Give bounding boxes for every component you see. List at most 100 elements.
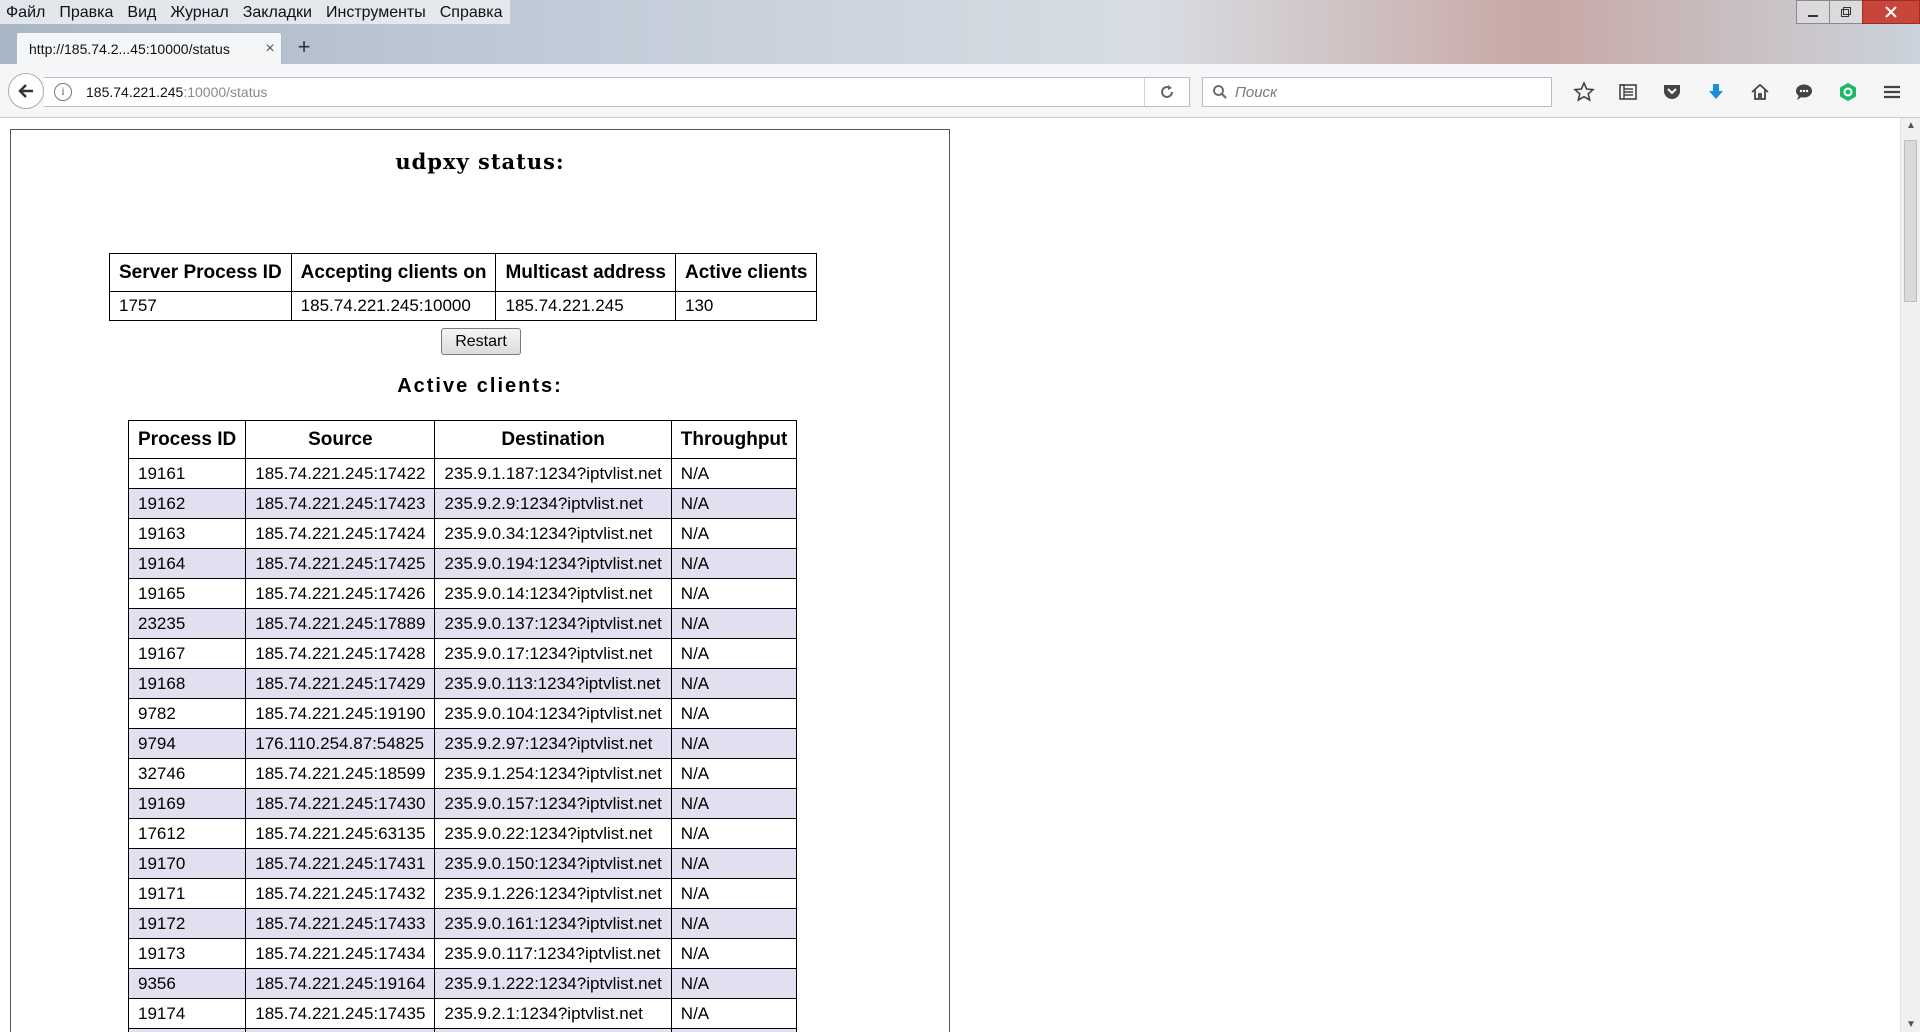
- menu-tools[interactable]: Инструменты: [319, 0, 433, 24]
- menu-bookmarks[interactable]: Закладки: [236, 0, 319, 24]
- table-row: 9794 176.110.254.87:54825 235.9.2.97:1234?…: [127, 728, 798, 759]
- tab-title: http://185.74.2...45:10000/status: [29, 40, 230, 57]
- table-row: 23235 185.74.221.245:17889 235.9.0.137:123…: [127, 608, 798, 639]
- client-throughput: N/A: [670, 608, 798, 639]
- client-process-id: 19168: [127, 668, 247, 699]
- status-panel: udpxy status: Server Process ID Acceptin…: [10, 129, 950, 1032]
- client-process-id: 32746: [127, 758, 247, 789]
- tab-status[interactable]: http://185.74.2...45:10000/status ×: [16, 32, 282, 64]
- client-source: 176.110.254.87:54825: [245, 728, 436, 759]
- scroll-up-arrow-icon[interactable]: ▲: [1901, 120, 1920, 131]
- clients-section-title: Active clients:: [397, 375, 563, 397]
- minimize-icon: [1808, 15, 1818, 17]
- reload-icon[interactable]: [1144, 78, 1189, 106]
- page-title: udpxy status:: [395, 149, 565, 174]
- menu-view[interactable]: Вид: [120, 0, 163, 24]
- client-process-id: 23235: [127, 608, 247, 639]
- restore-icon: [1841, 7, 1851, 17]
- menu-bar: Файл Правка Вид Журнал Закладки Инструме…: [0, 0, 510, 24]
- client-source: 185.74.221.245:17435: [245, 998, 436, 1029]
- column-header: Multicast address: [495, 253, 676, 292]
- bookmark-star-icon[interactable]: [1562, 77, 1606, 107]
- navigation-bar: i 185.74.221.245:10000/status: [0, 64, 1920, 118]
- client-process-id: 19167: [127, 638, 247, 669]
- client-throughput: N/A: [670, 818, 798, 849]
- client-throughput: N/A: [670, 698, 798, 729]
- menu-file[interactable]: Файл: [0, 0, 52, 24]
- client-throughput: [670, 1028, 798, 1032]
- hamburger-menu-icon[interactable]: [1870, 77, 1914, 107]
- table-row: 19161 185.74.221.245:17422 235.9.1.187:123…: [127, 458, 798, 489]
- client-throughput: N/A: [670, 878, 798, 909]
- table-row: 19174 185.74.221.245:17435 235.9.2.1:1234?…: [127, 998, 798, 1029]
- table-row: 19170 185.74.221.245:17431 235.9.0.150:123…: [127, 848, 798, 879]
- client-destination: 235.9.0.34:1234?iptvlist.net: [434, 518, 672, 549]
- client-destination: 235.9.0.194:1234?iptvlist.net: [434, 548, 672, 579]
- toolbar: [1562, 77, 1914, 107]
- client-destination: [434, 1028, 672, 1032]
- minimize-button[interactable]: [1796, 0, 1830, 24]
- table-row: 19162 185.74.221.245:17423 235.9.2.9:1234?…: [127, 488, 798, 519]
- client-process-id: 19164: [127, 548, 247, 579]
- client-source: 185.74.221.245:17430: [245, 788, 436, 819]
- client-source: 185.74.221.245:17432: [245, 878, 436, 909]
- search-bar[interactable]: [1202, 77, 1552, 107]
- vertical-scrollbar[interactable]: ▲ ▼: [1900, 118, 1920, 1032]
- menu-help[interactable]: Справка: [433, 0, 510, 24]
- column-header: Accepting clients on: [290, 253, 497, 292]
- client-source: 185.74.221.245:17434: [245, 938, 436, 969]
- column-header: Source: [245, 420, 436, 459]
- client-source: 185.74.221.245:17425: [245, 548, 436, 579]
- client-source: 185.74.221.245:17433: [245, 908, 436, 939]
- restart-button[interactable]: Restart: [441, 328, 521, 355]
- client-source: 185.74.221.245:17424: [245, 518, 436, 549]
- server-info-table: Server Process ID Accepting clients on M…: [109, 253, 818, 321]
- scroll-down-arrow-icon[interactable]: ▼: [1901, 1019, 1920, 1030]
- table-row: 19165 185.74.221.245:17426 235.9.0.14:1234…: [127, 578, 798, 609]
- client-source: 185.74.221.245:18599: [245, 758, 436, 789]
- client-throughput: N/A: [670, 728, 798, 759]
- back-button[interactable]: [8, 73, 44, 109]
- clients-header-row: Process ID Source Destination Throughput: [127, 420, 798, 459]
- server-process-id: 1757: [109, 291, 292, 321]
- restore-button[interactable]: [1829, 0, 1863, 24]
- column-header: Active clients: [674, 253, 818, 292]
- close-icon: [1885, 6, 1897, 18]
- downloads-icon[interactable]: [1694, 77, 1738, 107]
- tab-close-icon[interactable]: ×: [259, 40, 281, 58]
- client-source: 185.74.221.245:19164: [245, 968, 436, 999]
- back-arrow-icon: [18, 84, 33, 98]
- client-process-id: 19174: [127, 998, 247, 1029]
- client-destination: 235.9.0.104:1234?iptvlist.net: [434, 698, 672, 729]
- client-process-id: 19162: [127, 488, 247, 519]
- client-process-id: 9356: [127, 968, 247, 999]
- client-destination: 235.9.2.9:1234?iptvlist.net: [434, 488, 672, 519]
- client-destination: 235.9.0.22:1234?iptvlist.net: [434, 818, 672, 849]
- pocket-icon[interactable]: [1650, 77, 1694, 107]
- client-process-id: [127, 1028, 247, 1032]
- client-source: 185.74.221.245:17423: [245, 488, 436, 519]
- menu-edit[interactable]: Правка: [52, 0, 120, 24]
- menu-history[interactable]: Журнал: [163, 0, 235, 24]
- client-destination: 235.9.0.157:1234?iptvlist.net: [434, 788, 672, 819]
- client-throughput: N/A: [670, 668, 798, 699]
- column-header: Process ID: [127, 420, 247, 459]
- table-row: 19163 185.74.221.245:17424 235.9.0.34:1234…: [127, 518, 798, 549]
- search-input[interactable]: [1233, 82, 1537, 102]
- close-window-button[interactable]: [1862, 0, 1920, 24]
- home-icon[interactable]: [1738, 77, 1782, 107]
- client-process-id: 19170: [127, 848, 247, 879]
- multicast-address: 185.74.221.245: [495, 291, 676, 321]
- client-throughput: N/A: [670, 938, 798, 969]
- extension-icon[interactable]: [1826, 77, 1870, 107]
- url-bar[interactable]: i 185.74.221.245:10000/status: [44, 77, 1190, 107]
- client-process-id: 19172: [127, 908, 247, 939]
- scrollbar-thumb[interactable]: [1904, 140, 1917, 302]
- client-throughput: N/A: [670, 788, 798, 819]
- client-destination: 235.9.1.254:1234?iptvlist.net: [434, 758, 672, 789]
- title-bar: Файл Правка Вид Журнал Закладки Инструме…: [0, 0, 1920, 64]
- info-icon[interactable]: i: [54, 83, 72, 101]
- new-tab-button[interactable]: +: [292, 34, 316, 60]
- reading-list-icon[interactable]: [1606, 77, 1650, 107]
- chat-icon[interactable]: [1782, 77, 1826, 107]
